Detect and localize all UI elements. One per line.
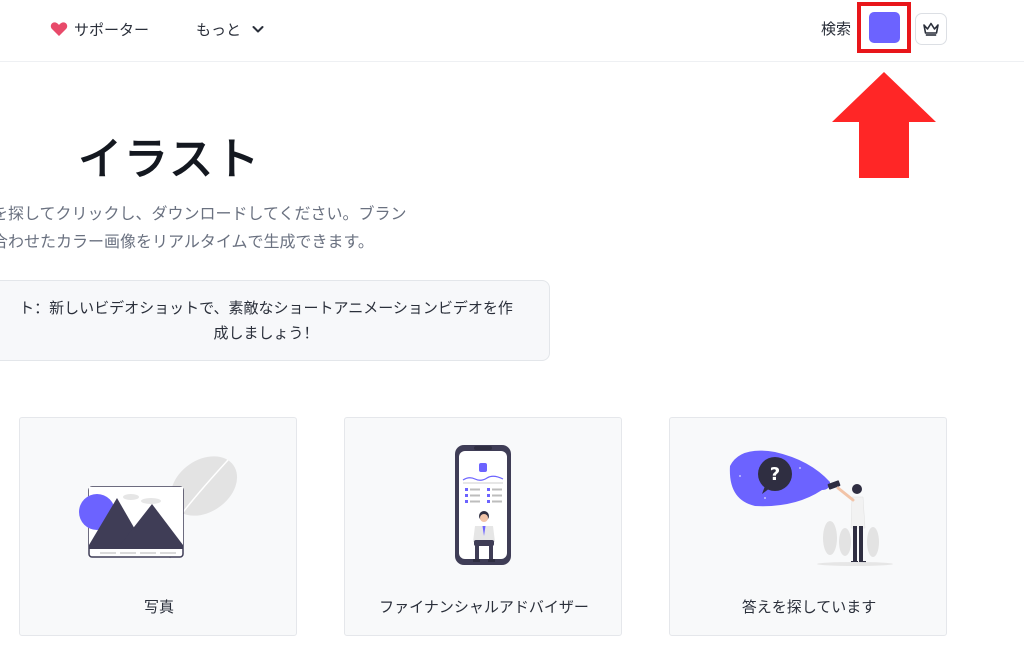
card-label-photo: 写真: [143, 598, 174, 616]
card-label-searching-answers: 答えを探しています: [741, 598, 877, 616]
category-card-photo[interactable]: 写真: [19, 417, 297, 636]
red-up-arrow: [832, 72, 936, 178]
notice-banner: ト：新しいビデオショットで、素敵なショートアニメーションビデオを作 成しましょう…: [0, 280, 550, 361]
description-line-2: 合わせたカラー画像をリアルタイムで生成できます。: [0, 232, 374, 251]
category-card-financial-advisor[interactable]: ファイナンシャルアドバイザー: [344, 417, 622, 636]
description-line-1: を探してクリックし、ダウンロードしてください。ブラン: [0, 204, 407, 223]
page-description: を探してクリックし、ダウンロードしてください。ブラン 合わせたカラー画像をリアル…: [0, 200, 512, 256]
notice-line-1: ト：新しいビデオショットで、素敵なショートアニメーションビデオを作: [19, 299, 513, 317]
notice-line-2: 成しましょう！: [213, 324, 319, 342]
svg-text:?: ?: [770, 464, 780, 485]
card-label-financial-advisor: ファイナンシャルアドバイザー: [379, 598, 589, 616]
search-link[interactable]: 検索: [821, 18, 851, 39]
premium-button[interactable]: [915, 13, 947, 45]
chevron-down-icon: [252, 26, 264, 33]
crown-icon: [923, 22, 939, 36]
heart-icon: [50, 22, 68, 36]
searching-answers-illustration: ?: [729, 450, 893, 566]
supporter-label: サポーター: [74, 20, 150, 39]
page-title: イラスト: [78, 134, 262, 185]
more-menu[interactable]: もっと: [196, 18, 265, 40]
photo-illustration: [79, 456, 238, 559]
color-swatch-button[interactable]: [869, 12, 900, 43]
financial-advisor-illustration: [455, 445, 511, 565]
supporter-link[interactable]: サポーター: [50, 18, 149, 40]
more-label: もっと: [196, 20, 242, 39]
category-card-searching-answers[interactable]: ? 答えを探しています: [669, 417, 947, 636]
